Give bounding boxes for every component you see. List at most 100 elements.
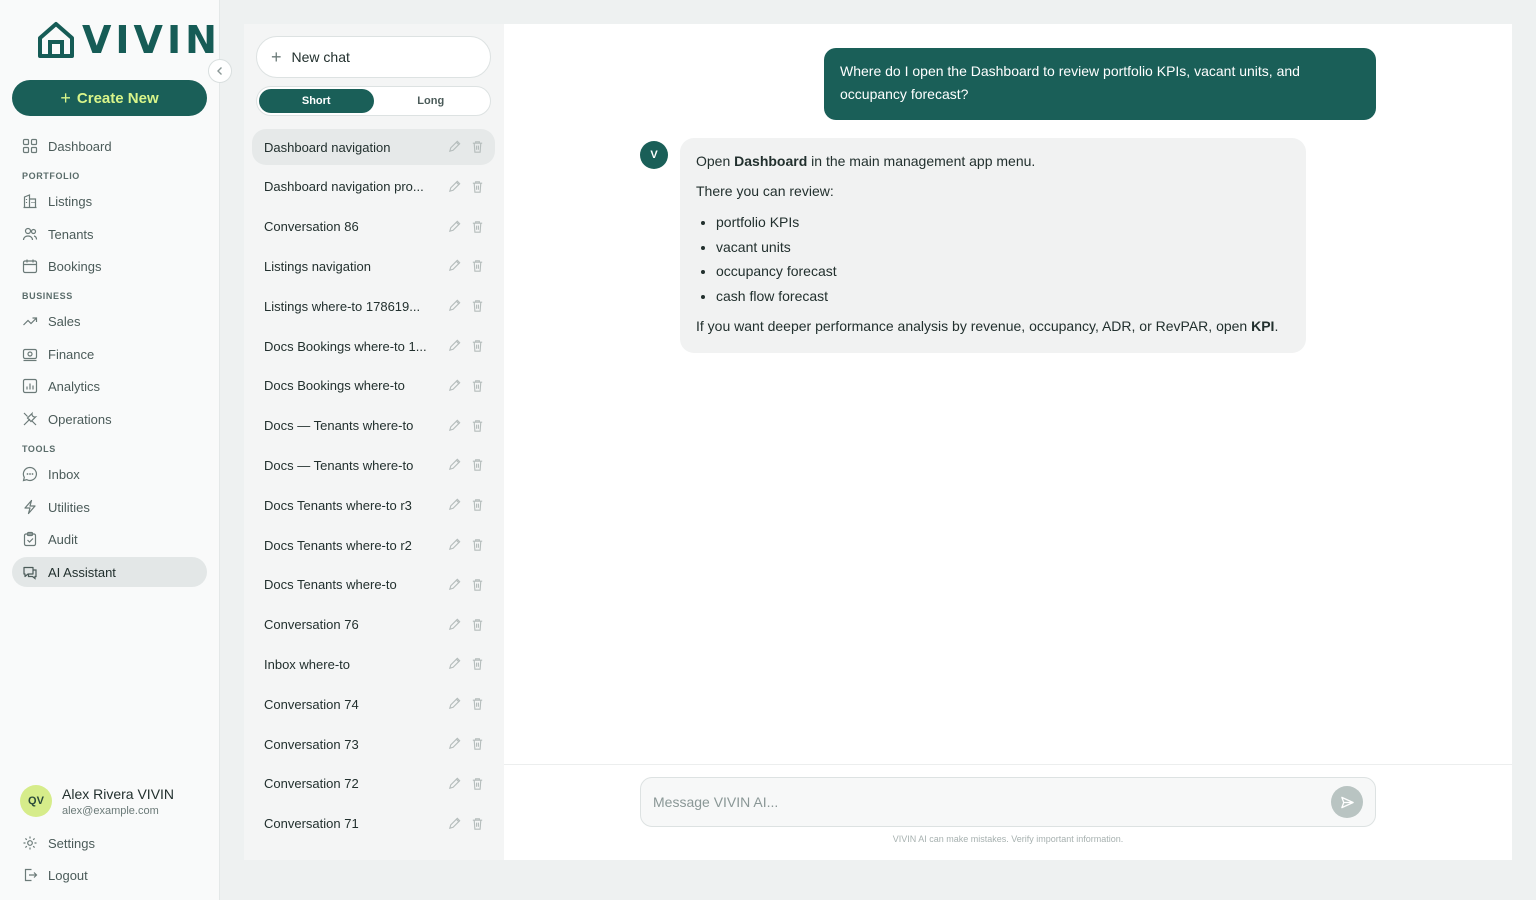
conversation-actions: [447, 418, 485, 433]
sidebar-item-dashboard[interactable]: Dashboard: [12, 131, 207, 161]
trash-icon[interactable]: [470, 219, 485, 234]
conversation-item[interactable]: Conversation 76: [252, 607, 495, 643]
conversation-title: Conversation 86: [264, 219, 359, 235]
pencil-icon[interactable]: [447, 418, 462, 433]
conversation-item[interactable]: Conversation 71: [252, 806, 495, 842]
conversation-title: Dashboard navigation: [264, 139, 391, 155]
logout-link[interactable]: Logout: [12, 860, 207, 890]
trash-icon[interactable]: [470, 378, 485, 393]
pencil-icon[interactable]: [447, 457, 462, 472]
trash-icon[interactable]: [470, 736, 485, 751]
trash-icon[interactable]: [470, 298, 485, 313]
sidebar-item-ai-assistant[interactable]: AI Assistant: [12, 557, 207, 587]
trash-icon[interactable]: [470, 656, 485, 671]
conversation-item[interactable]: Inbox where-to: [252, 646, 495, 682]
sidebar-item-label: AI Assistant: [48, 564, 116, 580]
user-message: Where do I open the Dashboard to review …: [824, 48, 1376, 120]
trash-icon[interactable]: [470, 776, 485, 791]
new-chat-button[interactable]: + New chat: [256, 36, 491, 78]
trash-icon[interactable]: [470, 258, 485, 273]
user-profile[interactable]: QV Alex Rivera VIVIN alex@example.com: [20, 785, 174, 817]
conversation-item[interactable]: Docs Tenants where-to r3: [252, 487, 495, 523]
brand-logo[interactable]: VIVIN: [36, 20, 221, 60]
conversation-title: Docs — Tenants where-to: [264, 418, 414, 434]
pencil-icon[interactable]: [447, 139, 462, 154]
sidebar-item-bookings[interactable]: Bookings: [12, 251, 207, 281]
conversation-item[interactable]: Conversation 72: [252, 766, 495, 802]
conversation-item[interactable]: Dashboard navigation pro...: [252, 169, 495, 205]
conversation-actions: [447, 497, 485, 512]
trash-icon[interactable]: [470, 179, 485, 194]
trash-icon[interactable]: [470, 418, 485, 433]
pencil-icon[interactable]: [447, 298, 462, 313]
pencil-icon[interactable]: [447, 617, 462, 632]
users-icon: [22, 227, 38, 241]
conversation-item[interactable]: Conversation 73: [252, 726, 495, 762]
trash-icon[interactable]: [470, 457, 485, 472]
sidebar-item-analytics[interactable]: Analytics: [12, 371, 207, 401]
toggle-long[interactable]: Long: [374, 89, 489, 113]
pencil-icon[interactable]: [447, 258, 462, 273]
grid-icon: [22, 138, 38, 154]
trending-up-icon: [23, 317, 38, 326]
conversation-item[interactable]: Dashboard navigation: [252, 129, 495, 165]
pencil-icon[interactable]: [447, 816, 462, 831]
lightning-icon: [24, 499, 36, 515]
sidebar-item-utilities[interactable]: Utilities: [12, 492, 207, 522]
conversation-item[interactable]: Docs Tenants where-to r2: [252, 527, 495, 563]
bullet-item: occupancy forecast: [716, 259, 1290, 284]
settings-link[interactable]: Settings: [12, 828, 207, 858]
pencil-icon[interactable]: [447, 736, 462, 751]
conversation-item[interactable]: Listings where-to 178619...: [252, 288, 495, 324]
pencil-icon[interactable]: [447, 378, 462, 393]
sidebar: VIVIN + Create New Dashboard PORTFOLIO L…: [0, 0, 220, 900]
message-input[interactable]: [653, 794, 1331, 810]
sidebar-item-inbox[interactable]: Inbox: [12, 459, 207, 489]
pencil-icon[interactable]: [447, 696, 462, 711]
pencil-icon[interactable]: [447, 179, 462, 194]
sidebar-item-tenants[interactable]: Tenants: [12, 219, 207, 249]
pencil-icon[interactable]: [447, 537, 462, 552]
pencil-icon[interactable]: [447, 497, 462, 512]
trash-icon[interactable]: [470, 537, 485, 552]
chat-main: Where do I open the Dashboard to review …: [504, 24, 1512, 860]
conversation-item[interactable]: Docs — Tenants where-to: [252, 408, 495, 444]
trash-icon[interactable]: [470, 497, 485, 512]
banknote-icon: [22, 348, 38, 362]
conversation-item[interactable]: Docs Bookings where-to: [252, 368, 495, 404]
sidebar-item-operations[interactable]: Operations: [12, 404, 207, 434]
trash-icon[interactable]: [470, 338, 485, 353]
sidebar-item-sales[interactable]: Sales: [12, 306, 207, 336]
conversation-item[interactable]: Docs — Tenants where-to: [252, 447, 495, 483]
sidebar-item-label: Utilities: [48, 499, 90, 515]
trash-icon[interactable]: [470, 696, 485, 711]
create-new-button[interactable]: + Create New: [12, 80, 207, 116]
pencil-icon[interactable]: [447, 219, 462, 234]
plus-icon: +: [271, 47, 282, 67]
pencil-icon[interactable]: [447, 656, 462, 671]
toggle-short[interactable]: Short: [259, 89, 374, 113]
kpi-bold: KPI: [1251, 318, 1275, 334]
pencil-icon[interactable]: [447, 577, 462, 592]
trash-icon[interactable]: [470, 139, 485, 154]
pencil-icon[interactable]: [447, 338, 462, 353]
send-button[interactable]: [1331, 786, 1363, 818]
plus-icon: +: [60, 87, 71, 108]
trash-icon[interactable]: [470, 617, 485, 632]
sidebar-item-finance[interactable]: Finance: [12, 339, 207, 369]
conversation-title: Listings where-to 178619...: [264, 298, 421, 314]
trash-icon[interactable]: [470, 816, 485, 831]
sidebar-item-audit[interactable]: Audit: [12, 524, 207, 554]
conversation-item[interactable]: Conversation 74: [252, 686, 495, 722]
collapse-sidebar-button[interactable]: [208, 59, 232, 83]
trash-icon[interactable]: [470, 577, 485, 592]
conversation-item[interactable]: Docs Bookings where-to 1...: [252, 328, 495, 364]
pencil-icon[interactable]: [447, 776, 462, 791]
sidebar-item-listings[interactable]: Listings: [12, 186, 207, 216]
conversation-item[interactable]: Conversation 86: [252, 209, 495, 245]
conversation-item[interactable]: Docs Tenants where-to: [252, 567, 495, 603]
conversation-title: Conversation 76: [264, 617, 359, 633]
home-logo-icon: [38, 22, 74, 58]
conversation-item[interactable]: Listings navigation: [252, 248, 495, 284]
conversation-actions: [447, 577, 485, 592]
